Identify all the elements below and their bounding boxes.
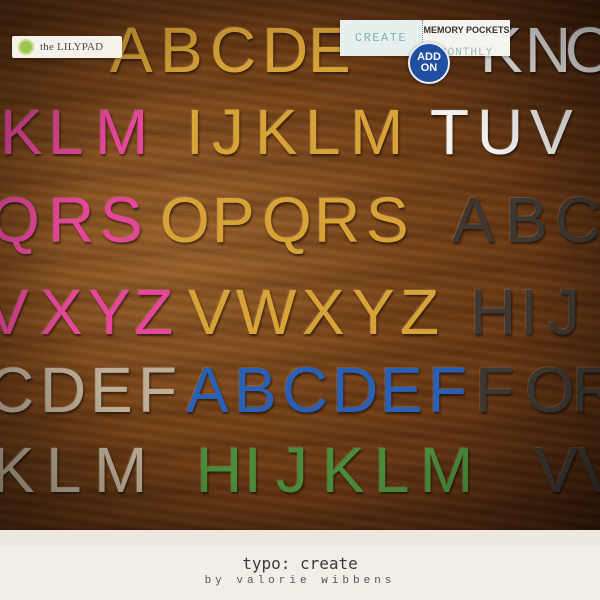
alpha-letter: O — [565, 14, 600, 86]
alpha-letter: B — [505, 184, 548, 256]
alpha-letter: C — [0, 354, 35, 426]
alpha-letter: J — [548, 276, 580, 348]
alpha-letter: Q — [0, 184, 40, 256]
alpha-letter: V — [530, 96, 573, 168]
alpha-letter: L — [305, 96, 341, 168]
alpha-letter: K — [322, 434, 365, 506]
alpha-letter: D — [262, 14, 309, 86]
alpha-letter: J — [212, 96, 244, 168]
alpha-letter: L — [374, 434, 410, 506]
alpha-letter: V — [535, 434, 578, 506]
designer-byline: by valorie wibbens — [204, 575, 396, 587]
letter-row-4: V X Y Z V W X Y Z H I J — [0, 272, 600, 352]
alpha-letter: X — [40, 276, 83, 348]
alpha-letter: M — [95, 96, 149, 168]
letter-row-2: K L M I J K L M T U V — [0, 92, 600, 172]
alpha-letter: Z — [400, 276, 440, 348]
alpha-letter: W — [236, 276, 297, 348]
alpha-letter: C — [210, 14, 257, 86]
alpha-letter: Y — [352, 276, 395, 348]
alpha-letter: I — [520, 276, 538, 348]
alpha-letter: B — [234, 354, 277, 426]
alpha-letter: V — [0, 276, 29, 348]
alpha-letter: E — [380, 354, 423, 426]
alpha-letter: R — [48, 184, 95, 256]
alpha-letter: K — [0, 434, 35, 506]
alpha-letter: Y — [88, 276, 131, 348]
alpha-letter: L — [46, 434, 82, 506]
footer: typo: create by valorie wibbens — [0, 545, 600, 600]
letter-row-5: C D E F A B C D E F F O R — [0, 350, 600, 430]
alpha-letter: E — [90, 354, 133, 426]
lilypad-logo-tag: the LILYPAD — [12, 36, 122, 58]
alpha-letter: Z — [134, 276, 174, 348]
alpha-letter: K — [0, 96, 43, 168]
alpha-letter: J — [276, 434, 308, 506]
add-on-badge: ADD ON — [408, 42, 450, 84]
alpha-letter: V — [578, 434, 600, 506]
wood-background: A B C D E K N O K L M I J K L M T U V Q … — [0, 0, 600, 545]
alpha-letter: K — [255, 96, 298, 168]
alpha-letter: R — [314, 184, 361, 256]
alpha-letter: M — [350, 96, 404, 168]
alpha-letter: T — [430, 96, 470, 168]
alpha-letter: I — [186, 96, 204, 168]
alpha-letter: F — [475, 354, 515, 426]
alpha-letter: B — [160, 14, 203, 86]
alpha-letter: O — [525, 354, 575, 426]
create-tab-label: CREATE — [340, 20, 422, 56]
alpha-letter: H — [470, 276, 517, 348]
alpha-letter: F — [138, 354, 178, 426]
alpha-letter: Q — [262, 184, 312, 256]
alpha-letter: A — [186, 354, 229, 426]
product-title: typo: create — [242, 554, 358, 573]
alpha-letter: S — [366, 184, 409, 256]
alpha-letter: P — [212, 184, 255, 256]
badge-line-2: ON — [420, 62, 438, 74]
alpha-letter: N — [525, 14, 572, 86]
lilypad-dot-icon — [18, 39, 34, 55]
alpha-letter: X — [302, 276, 345, 348]
alpha-letter: U — [477, 96, 524, 168]
letter-row-6: K L M H I J K L M V V — [0, 430, 600, 510]
alpha-letter: L — [48, 96, 84, 168]
alpha-letter: A — [452, 184, 495, 256]
alpha-letter: O — [160, 184, 210, 256]
alphabet-preview-graphic: A B C D E K N O K L M I J K L M T U V Q … — [0, 0, 600, 600]
alpha-letter: D — [40, 354, 87, 426]
alpha-letter: F — [428, 354, 468, 426]
alpha-letter: C — [555, 184, 600, 256]
alpha-letter: M — [420, 434, 474, 506]
letter-row-3: Q R S O P Q R S A B C — [0, 180, 600, 260]
alpha-letter: I — [244, 434, 262, 506]
alpha-letter: H — [196, 434, 243, 506]
alpha-letter: R — [572, 354, 600, 426]
alpha-letter: S — [100, 184, 143, 256]
alpha-letter: D — [332, 354, 379, 426]
alpha-letter: C — [282, 354, 329, 426]
alpha-letter: V — [188, 276, 231, 348]
brand-name: the LILYPAD — [40, 41, 104, 53]
alpha-letter: M — [94, 434, 148, 506]
